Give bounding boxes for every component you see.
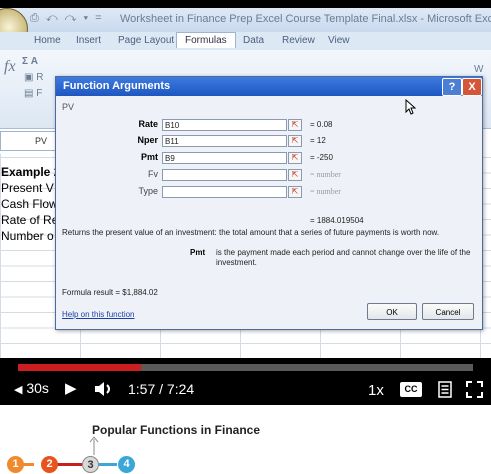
- window-icon: W: [474, 64, 484, 75]
- help-icon: ?: [442, 78, 462, 96]
- video-progress-fill: [18, 364, 141, 371]
- tab-home: Home: [34, 35, 61, 46]
- cell-a2: Present V: [1, 181, 54, 195]
- arg-label-fv: Fv: [148, 169, 158, 179]
- fullscreen-icon: [466, 381, 483, 398]
- arg-input-rate: B10: [162, 119, 287, 131]
- video-player[interactable]: ⎙ ↶ ↷ ▾ = Worksheet in Finance Prep Exce…: [0, 0, 491, 405]
- function-description: Returns the present value of an investme…: [62, 228, 440, 237]
- arg-result-rate: = 0.08: [310, 120, 333, 129]
- arg-result-pmt: = -250: [310, 153, 333, 162]
- rewind-button[interactable]: ◀ 30s: [14, 380, 49, 396]
- function-result-value: = 1884.019504: [310, 216, 364, 225]
- tab-review: Review: [282, 35, 315, 46]
- cell-a1: Example 2: [1, 165, 61, 179]
- step-connector: [99, 463, 117, 466]
- arrow-up-icon: [89, 436, 99, 455]
- cell-a3: Cash Flow: [1, 197, 58, 211]
- arg-input-type: [162, 186, 287, 198]
- rewind-label: 30s: [26, 380, 49, 396]
- arg-result-type: = number: [310, 187, 341, 196]
- collapse-dialog-icon: ⇱: [288, 135, 302, 147]
- help-on-function-link: Help on this function: [62, 310, 135, 319]
- collapse-dialog-icon: ⇱: [288, 186, 302, 198]
- section-title: Popular Functions in Finance: [92, 423, 261, 437]
- financial-icon: ▤ F: [24, 88, 43, 99]
- volume-icon: [95, 382, 104, 396]
- tab-insert: Insert: [76, 35, 102, 46]
- arg-label-pmt: Pmt: [140, 152, 158, 162]
- tab-page-layout: Page Layout: [118, 35, 175, 46]
- cell-a5: Number o: [1, 229, 54, 243]
- volume-button[interactable]: [94, 381, 116, 397]
- arg-result-fv: = number: [310, 170, 341, 179]
- arg-input-fv: [162, 169, 287, 181]
- cc-button[interactable]: CC: [400, 382, 422, 397]
- dialog-title: Function Arguments: [63, 80, 171, 92]
- step-4[interactable]: 4: [118, 456, 135, 473]
- play-icon: ▶: [65, 380, 77, 397]
- step-2[interactable]: 2: [41, 456, 58, 473]
- mouse-cursor-icon: [405, 99, 417, 115]
- collapse-dialog-icon: ⇱: [288, 152, 302, 164]
- tab-data: Data: [243, 35, 265, 46]
- video-controls: ◀ 30s ▶ 1:57 / 7:24 1x CC: [0, 372, 491, 405]
- step-1[interactable]: 1: [7, 456, 24, 473]
- collapse-dialog-icon: ⇱: [288, 119, 302, 131]
- arg-label-nper: Nper: [137, 135, 158, 145]
- ribbon-tabs: Home Insert Page Layout Formulas Data Re…: [0, 32, 491, 50]
- play-button[interactable]: ▶: [65, 379, 77, 397]
- step-3[interactable]: 3: [82, 456, 99, 473]
- quick-access-toolbar: ⎙ ↶ ↷ ▾ =: [30, 12, 104, 24]
- function-group-label: PV: [62, 102, 75, 112]
- recent-icon: ▣ R: [24, 72, 44, 83]
- excel-title-bar: ⎙ ↶ ↷ ▾ = Worksheet in Finance Prep Exce…: [0, 8, 491, 32]
- tab-formulas: Formulas: [176, 32, 236, 48]
- playback-speed-button[interactable]: 1x: [368, 382, 384, 399]
- function-arguments-dialog: Function Arguments ? X PV Rate B10 ⇱ = 0…: [55, 76, 483, 330]
- arg-label-rate: Rate: [138, 119, 158, 129]
- arg-label-type: Type: [138, 186, 158, 196]
- arg-result-nper: = 12: [310, 136, 326, 145]
- fullscreen-button[interactable]: [466, 381, 483, 398]
- dialog-title-bar: Function Arguments ? X: [56, 77, 482, 96]
- video-frame: ⎙ ↶ ↷ ▾ = Worksheet in Finance Prep Exce…: [0, 8, 491, 358]
- transcript-button[interactable]: [438, 381, 452, 398]
- cancel-button: Cancel: [422, 303, 474, 320]
- insert-function-icon: fx: [4, 58, 16, 75]
- formula-result: Formula result = $1,884.02: [62, 288, 158, 297]
- step-connector: [56, 463, 82, 466]
- excel-window-title: Worksheet in Finance Prep Excel Course T…: [120, 13, 491, 25]
- ok-button: OK: [367, 303, 417, 320]
- cell-a4: Rate of Re: [1, 213, 59, 227]
- collapse-dialog-icon: ⇱: [288, 169, 302, 181]
- argument-description-name: Pmt: [190, 248, 206, 257]
- arg-input-nper: B11: [162, 135, 287, 147]
- close-icon: X: [462, 78, 482, 96]
- argument-description: is the payment made each period and cann…: [216, 248, 471, 267]
- rewind-icon: ◀: [14, 384, 23, 396]
- video-progress-bar[interactable]: [18, 364, 473, 371]
- arg-input-pmt: B9: [162, 152, 287, 164]
- tab-view: View: [328, 35, 350, 46]
- time-display: 1:57 / 7:24: [128, 381, 195, 397]
- autosum-icon: Σ A: [22, 56, 39, 67]
